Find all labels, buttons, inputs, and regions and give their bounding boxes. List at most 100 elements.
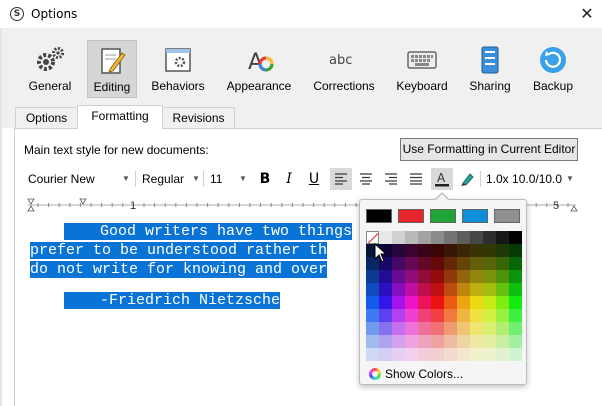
align-left-button[interactable] bbox=[330, 168, 352, 190]
color-swatch[interactable] bbox=[366, 322, 379, 335]
color-swatch[interactable] bbox=[509, 257, 522, 270]
color-swatch[interactable] bbox=[366, 283, 379, 296]
close-icon[interactable]: ✕ bbox=[576, 3, 598, 25]
color-swatch[interactable] bbox=[483, 309, 496, 322]
toolbar-corrections-button[interactable]: abc Corrections bbox=[310, 40, 378, 98]
color-swatch[interactable] bbox=[457, 348, 470, 361]
color-swatch[interactable] bbox=[483, 231, 496, 244]
right-indent-marker[interactable] bbox=[570, 205, 578, 212]
toolbar-backup-button[interactable]: Backup bbox=[526, 40, 580, 98]
color-swatch[interactable] bbox=[379, 283, 392, 296]
font-style-dropdown[interactable]: Regular bbox=[142, 168, 190, 190]
color-swatch[interactable] bbox=[392, 244, 405, 257]
color-swatch[interactable] bbox=[405, 231, 418, 244]
color-swatch[interactable] bbox=[418, 335, 431, 348]
color-swatch[interactable] bbox=[496, 296, 509, 309]
color-swatch[interactable] bbox=[379, 270, 392, 283]
color-swatch[interactable] bbox=[496, 244, 509, 257]
color-swatch[interactable] bbox=[483, 296, 496, 309]
color-swatch[interactable] bbox=[366, 296, 379, 309]
color-swatch[interactable] bbox=[444, 283, 457, 296]
color-swatch[interactable] bbox=[509, 283, 522, 296]
color-swatch[interactable] bbox=[509, 296, 522, 309]
color-swatch[interactable] bbox=[457, 257, 470, 270]
swatch-black[interactable] bbox=[366, 209, 392, 223]
color-swatch[interactable] bbox=[509, 309, 522, 322]
color-swatch[interactable] bbox=[405, 244, 418, 257]
color-swatch[interactable] bbox=[366, 335, 379, 348]
color-swatch[interactable] bbox=[418, 231, 431, 244]
font-size-dropdown[interactable]: 11 bbox=[210, 168, 234, 190]
color-swatch[interactable] bbox=[470, 231, 483, 244]
color-swatch[interactable] bbox=[509, 335, 522, 348]
toolbar-keyboard-button[interactable]: Keyboard bbox=[392, 40, 452, 98]
color-swatch[interactable] bbox=[431, 309, 444, 322]
color-swatch[interactable] bbox=[405, 296, 418, 309]
color-swatch[interactable] bbox=[483, 270, 496, 283]
color-swatch[interactable] bbox=[496, 348, 509, 361]
color-swatch[interactable] bbox=[392, 231, 405, 244]
text-color-button[interactable]: A bbox=[431, 168, 453, 190]
color-swatch[interactable] bbox=[418, 270, 431, 283]
color-swatch[interactable] bbox=[496, 322, 509, 335]
color-swatch[interactable] bbox=[483, 348, 496, 361]
color-swatch[interactable] bbox=[366, 270, 379, 283]
toolbar-general-button[interactable]: General bbox=[24, 40, 76, 98]
italic-button[interactable]: I bbox=[278, 168, 300, 190]
toolbar-editing-button[interactable]: Editing bbox=[87, 40, 137, 98]
color-swatch[interactable] bbox=[496, 283, 509, 296]
color-swatch[interactable] bbox=[444, 231, 457, 244]
toolbar-behaviors-button[interactable]: Behaviors bbox=[148, 40, 208, 98]
color-swatch[interactable] bbox=[431, 335, 444, 348]
bold-button[interactable]: B bbox=[254, 168, 276, 190]
color-swatch[interactable] bbox=[418, 348, 431, 361]
color-swatch[interactable] bbox=[379, 296, 392, 309]
color-swatch[interactable] bbox=[405, 335, 418, 348]
color-swatch[interactable] bbox=[418, 257, 431, 270]
color-swatch[interactable] bbox=[470, 244, 483, 257]
align-center-button[interactable] bbox=[355, 168, 377, 190]
color-swatch[interactable] bbox=[470, 309, 483, 322]
color-swatch[interactable] bbox=[366, 309, 379, 322]
color-swatch[interactable] bbox=[496, 335, 509, 348]
color-swatch[interactable] bbox=[392, 270, 405, 283]
first-line-indent-marker[interactable] bbox=[27, 198, 35, 205]
color-swatch[interactable] bbox=[431, 270, 444, 283]
color-swatch[interactable] bbox=[405, 283, 418, 296]
font-family-dropdown[interactable]: Courier New bbox=[28, 168, 116, 190]
color-swatch[interactable] bbox=[379, 335, 392, 348]
color-swatch[interactable] bbox=[431, 296, 444, 309]
color-swatch[interactable] bbox=[392, 335, 405, 348]
color-swatch[interactable] bbox=[470, 322, 483, 335]
color-swatch[interactable] bbox=[405, 348, 418, 361]
color-swatch[interactable] bbox=[418, 322, 431, 335]
color-swatch[interactable] bbox=[496, 309, 509, 322]
color-swatch[interactable] bbox=[431, 283, 444, 296]
color-swatch[interactable] bbox=[405, 322, 418, 335]
color-swatch[interactable] bbox=[483, 283, 496, 296]
toolbar-sharing-button[interactable]: Sharing bbox=[464, 40, 516, 98]
color-grid[interactable] bbox=[366, 231, 522, 363]
color-swatch[interactable] bbox=[444, 244, 457, 257]
tab-revisions[interactable]: Revisions bbox=[162, 107, 235, 128]
color-swatch[interactable] bbox=[509, 231, 522, 244]
color-swatch[interactable] bbox=[509, 322, 522, 335]
color-swatch[interactable] bbox=[457, 231, 470, 244]
color-swatch[interactable] bbox=[444, 322, 457, 335]
swatch-blue[interactable] bbox=[462, 209, 488, 223]
line-spacing-dropdown[interactable]: 1.0x 10.0/10.0 bbox=[486, 168, 564, 190]
color-swatch[interactable] bbox=[405, 257, 418, 270]
tab-formatting[interactable]: Formatting bbox=[77, 105, 163, 129]
color-swatch[interactable] bbox=[444, 335, 457, 348]
color-swatch[interactable] bbox=[470, 283, 483, 296]
color-swatch[interactable] bbox=[392, 283, 405, 296]
color-swatch[interactable] bbox=[470, 335, 483, 348]
color-swatch[interactable] bbox=[379, 322, 392, 335]
color-swatch[interactable] bbox=[392, 348, 405, 361]
color-swatch[interactable] bbox=[392, 296, 405, 309]
color-swatch[interactable] bbox=[483, 322, 496, 335]
color-swatch[interactable] bbox=[483, 335, 496, 348]
show-colors-button[interactable]: Show Colors... bbox=[369, 366, 463, 382]
color-swatch[interactable] bbox=[392, 257, 405, 270]
color-swatch[interactable] bbox=[496, 257, 509, 270]
